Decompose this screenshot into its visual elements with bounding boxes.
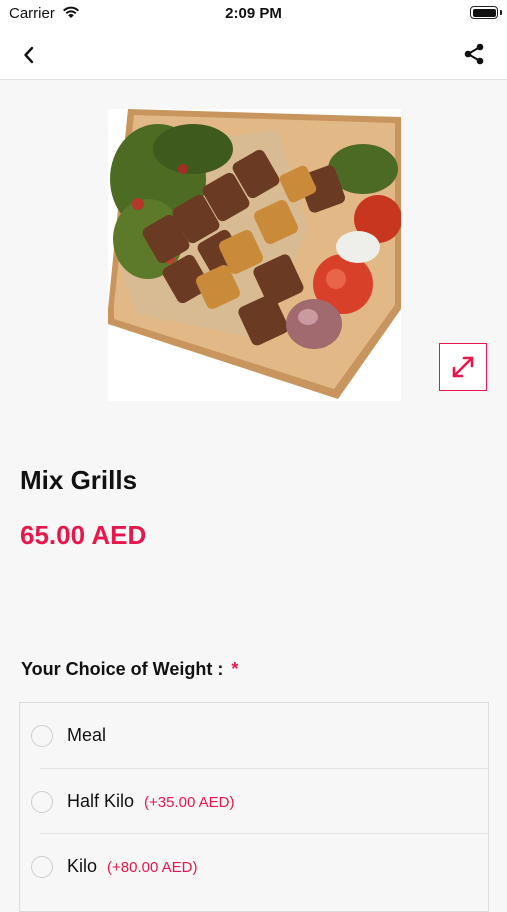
option-extra-price: (+35.00 AED) bbox=[144, 794, 235, 811]
option-meal[interactable]: Meal bbox=[20, 703, 488, 768]
weight-options-group: Meal Half Kilo (+35.00 AED) Kilo (+80.00 A… bbox=[19, 702, 489, 912]
weight-choice-label: Your Choice of Weight : * bbox=[21, 659, 238, 680]
share-icon bbox=[464, 43, 484, 65]
option-label: Meal bbox=[67, 725, 116, 746]
option-half-kilo[interactable]: Half Kilo (+35.00 AED) bbox=[20, 769, 488, 834]
battery-icon bbox=[470, 6, 498, 19]
expand-diagonal-icon bbox=[452, 356, 474, 378]
option-name: Half Kilo bbox=[67, 791, 135, 811]
back-button[interactable] bbox=[14, 40, 44, 70]
option-extra-price: (+80.00 AED) bbox=[107, 859, 198, 876]
chevron-left-icon bbox=[24, 46, 34, 64]
option-label: Half Kilo (+35.00 AED) bbox=[67, 791, 235, 812]
product-image bbox=[108, 109, 401, 401]
option-name: Meal bbox=[67, 725, 107, 745]
nav-bar bbox=[0, 28, 507, 80]
radio-button[interactable] bbox=[31, 725, 53, 747]
battery-cap bbox=[500, 10, 502, 15]
weight-choice-text: Your Choice of Weight : bbox=[21, 659, 224, 679]
radio-button[interactable] bbox=[31, 856, 53, 878]
status-bar: Carrier 2:09 PM bbox=[0, 0, 507, 28]
option-kilo[interactable]: Kilo (+80.00 AED) bbox=[20, 834, 488, 899]
clock: 2:09 PM bbox=[225, 5, 282, 22]
share-button[interactable] bbox=[459, 39, 489, 69]
product-title: Mix Grills bbox=[20, 465, 138, 495]
option-label: Kilo (+80.00 AED) bbox=[67, 856, 197, 877]
product-price: 65.00 AED bbox=[20, 520, 147, 550]
expand-image-button[interactable] bbox=[439, 343, 487, 391]
option-name: Kilo bbox=[67, 856, 98, 876]
required-marker: * bbox=[231, 659, 239, 679]
radio-button[interactable] bbox=[31, 791, 53, 813]
